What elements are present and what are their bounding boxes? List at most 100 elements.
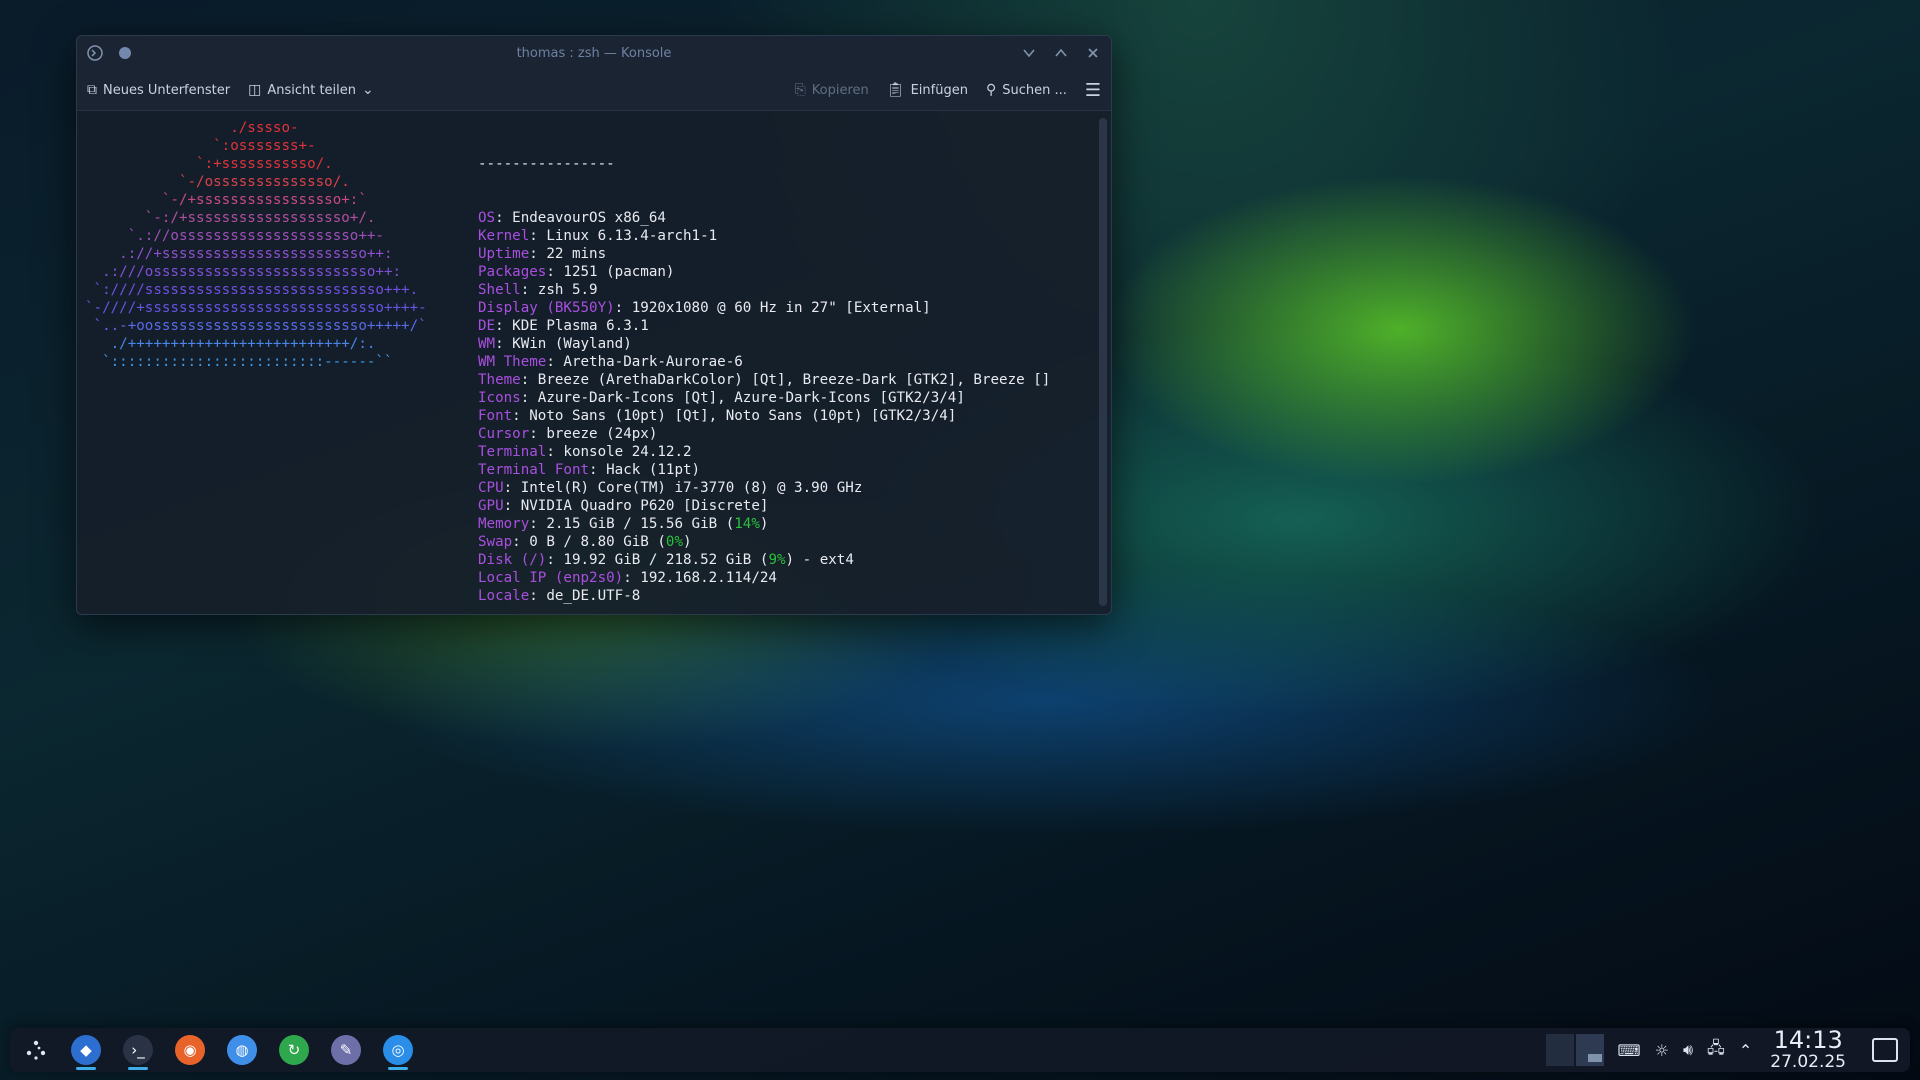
info-row: Terminal: konsole 24.12.2 [478,443,1050,461]
active-indicator [76,1067,96,1070]
info-row: Uptime: 22 mins [478,245,1050,263]
new-tab-button[interactable]: ⧉ Neues Unterfenster [87,82,230,98]
info-row: DE: KDE Plasma 6.3.1 [478,317,1050,335]
info-row: GPU: NVIDIA Quadro P620 [Discrete] [478,497,1050,515]
terminal-app-icon[interactable] [83,41,107,65]
info-value-before: : 19.92 GiB / 218.52 GiB ( [546,552,769,568]
info-value: : 22 mins [529,246,607,262]
info-row: Memory: 2.15 GiB / 15.56 GiB (14%) [478,515,1050,533]
ascii-line: ./++++++++++++++++++++++++++/:. [85,336,376,352]
network-icon[interactable]: 🖧 [1707,1037,1725,1064]
split-view-button[interactable]: ◫ Ansicht teilen ⌄ [248,82,374,98]
info-key: Uptime [478,246,530,262]
info-key: DE [478,318,496,334]
info-key: CPU [478,480,504,496]
app-icon: ◎ [383,1035,413,1065]
application-launcher-button[interactable] [18,1032,54,1068]
info-key: Disk (/) [478,552,547,568]
info-value-after: ) [683,534,692,550]
copy-button[interactable]: ⎘ Kopieren [795,82,869,98]
hamburger-menu-icon: ☰ [1084,79,1101,101]
info-row: Cursor: breeze (24px) [478,425,1050,443]
info-key: Local IP (enp2s0) [478,570,624,586]
info-value: : Linux 6.13.4-arch1-1 [529,228,718,244]
titlebar[interactable]: thomas : zsh — Konsole [77,36,1111,70]
info-value: : de_DE.UTF-8 [529,588,641,604]
taskbar-app-button[interactable]: ›_ [118,1030,158,1070]
taskbar-app-button[interactable]: ◍ [222,1030,262,1070]
maximize-button[interactable] [1049,41,1073,65]
kde-discover-icon: ◆ [71,1035,101,1065]
info-value: : konsole 24.12.2 [546,444,692,460]
firefox-icon: ◉ [175,1035,205,1065]
ascii-line: .:///ossssssssssssssssssssssssso++: [85,264,402,280]
ascii-line: `-/+sssssssssssssssso+:` [85,192,367,208]
scrollbar[interactable] [1099,118,1107,606]
terminal-output[interactable]: ./sssso- `:osssssss+- `:+sssssssssso/. `… [77,111,1095,614]
separator-line: ---------------- [478,156,615,172]
window-title: thomas : zsh — Konsole [516,45,672,61]
keyboard-icon[interactable]: ⌨ [1618,1041,1641,1060]
ascii-line: ./sssso- [85,120,299,136]
info-value: : KDE Plasma 6.3.1 [495,318,649,334]
info-value: : Aretha-Dark-Aurorae-6 [546,354,743,370]
info-value-pct: 9% [768,552,786,568]
show-desktop-button[interactable] [1872,1038,1898,1062]
info-key: Kernel [478,228,530,244]
info-value: : 1920x1080 @ 60 Hz in 27" [External] [614,300,931,316]
virtual-desktop-pager[interactable] [1545,1034,1604,1066]
paste-button[interactable]: 📋︎ Einfügen [887,82,968,98]
konsole-window: thomas : zsh — Konsole ⧉ Neues Unterfens… [76,35,1112,615]
close-icon [1088,48,1098,58]
ascii-line: .://+ssssssssssssssssssssssso++: [85,246,393,262]
info-key: Locale [478,588,530,604]
ascii-logo: ./sssso- `:osssssss+- `:+sssssssssso/. `… [85,119,427,371]
hamburger-menu-button[interactable]: ☰ [1085,80,1101,101]
info-row: CPU: Intel(R) Core(TM) i7-3770 (8) @ 3.9… [478,479,1050,497]
volume-icon[interactable]: 🔊︎ [1683,1040,1693,1060]
info-row: Terminal Font: Hack (11pt) [478,461,1050,479]
info-key: Cursor [478,426,530,442]
active-indicator [128,1067,148,1070]
browser-icon: ◍ [227,1035,257,1065]
taskbar-app-button[interactable]: ◉ [170,1030,210,1070]
search-button[interactable]: ⚲ Suchen ... [986,82,1067,98]
info-row: OS: EndeavourOS x86_64 [478,209,1050,227]
desktop-2[interactable] [1575,1034,1604,1066]
info-key: OS [478,210,496,226]
close-button[interactable] [1081,41,1105,65]
info-value-before: : 0 B / 8.80 GiB ( [512,534,666,550]
info-key: Font [478,408,513,424]
taskbar-app-button[interactable]: ↻ [274,1030,314,1070]
settings-icon: ✎ [331,1035,361,1065]
info-key: GPU [478,498,504,514]
tray-expand-icon[interactable]: ⌃ [1739,1041,1752,1060]
pin-dot-icon [119,47,131,59]
brightness-icon[interactable]: ☼ [1655,1041,1669,1060]
pin-button[interactable] [113,41,137,65]
split-view-icon: ◫ [248,82,262,98]
taskbar-app-button[interactable]: ✎ [326,1030,366,1070]
info-value-after: ) [759,516,769,532]
digital-clock[interactable]: 14:13 27.02.25 [1770,1028,1846,1072]
info-value: : KWin (Wayland) [495,336,632,352]
new-tab-label: Neues Unterfenster [103,82,231,98]
active-indicator [388,1067,408,1070]
info-key: Shell [478,282,521,298]
taskbar-app-button[interactable]: ◎ [378,1030,418,1070]
info-value: : 192.168.2.114/24 [623,570,777,586]
info-value-before: : 2.15 GiB / 15.56 GiB ( [529,516,735,532]
minimize-button[interactable] [1017,41,1041,65]
info-key: WM Theme [478,354,547,370]
launcher-icon [26,1040,46,1060]
info-value: : zsh 5.9 [520,282,598,298]
search-label: Suchen ... [1002,82,1067,98]
info-value: : Azure-Dark-Icons [Qt], Azure-Dark-Icon… [520,390,965,406]
chevron-down-icon [1023,49,1035,58]
clock-time: 14:13 [1773,1026,1843,1054]
info-value: : Hack (11pt) [589,462,701,478]
info-key: Memory [478,516,530,532]
desktop-1[interactable] [1545,1034,1574,1066]
search-icon: ⚲ [985,82,997,98]
taskbar-app-button[interactable]: ◆ [66,1030,106,1070]
